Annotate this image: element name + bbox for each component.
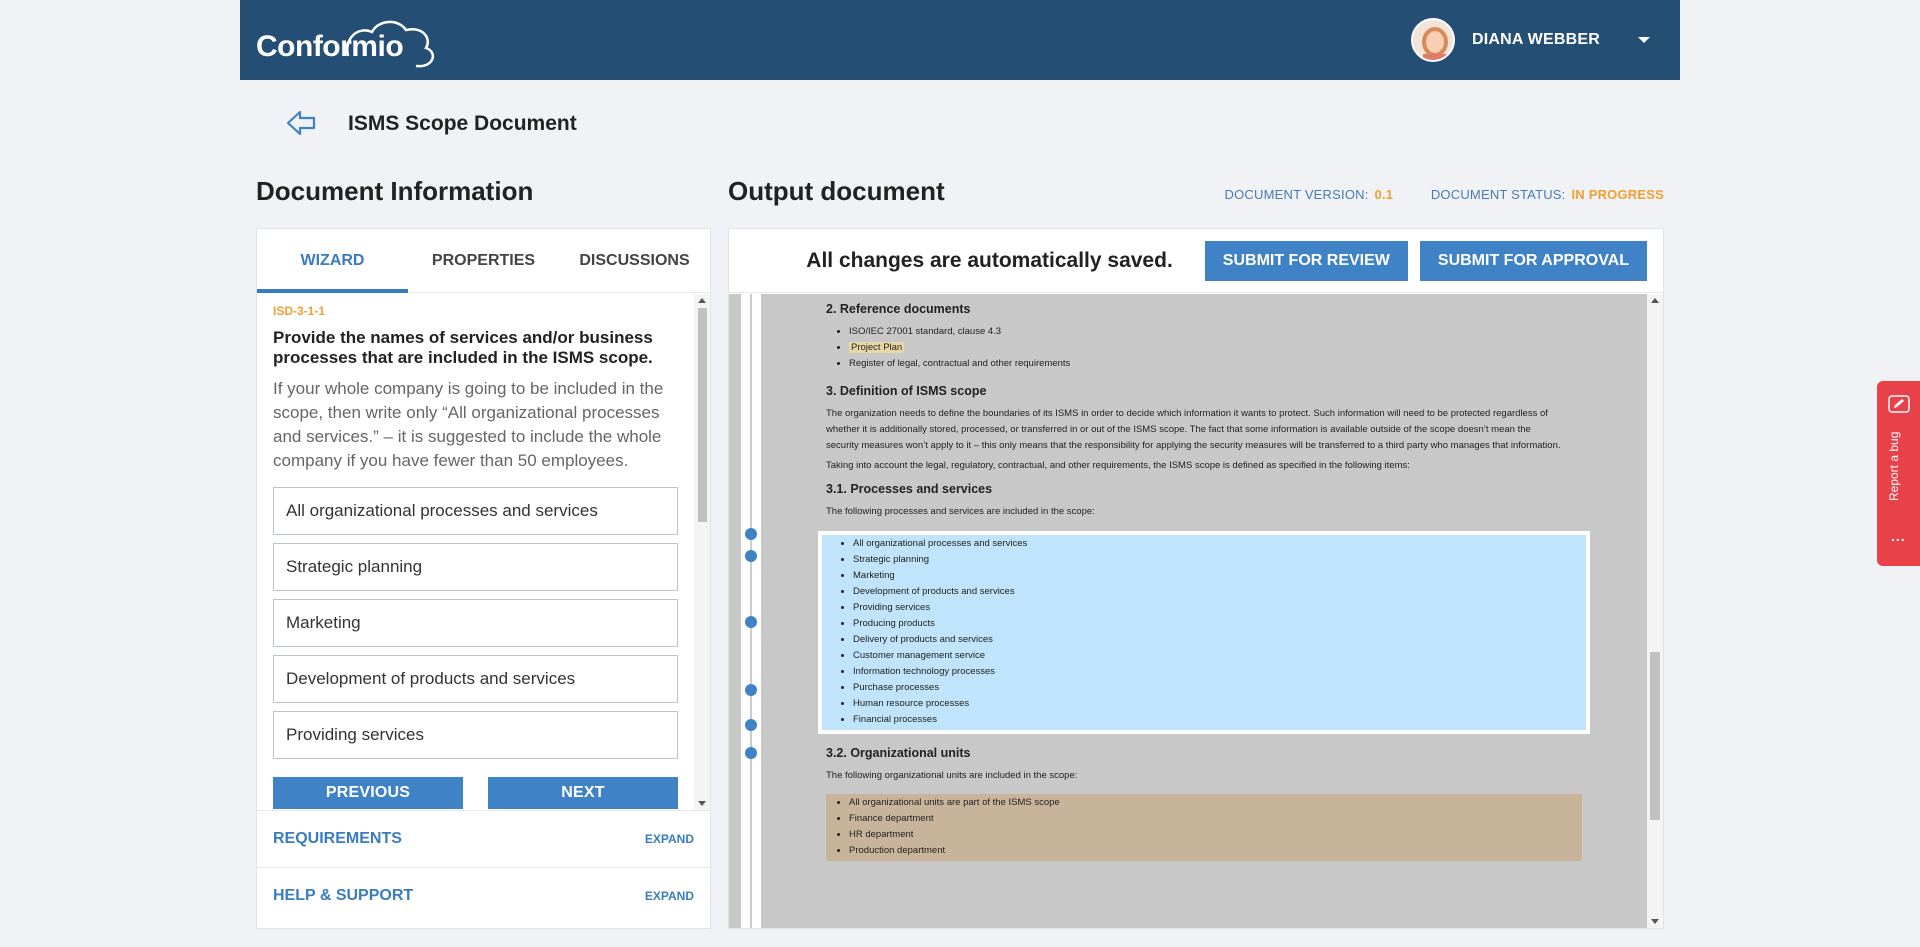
- section-marker[interactable]: [745, 550, 757, 562]
- document-information-panel: WIZARD PROPERTIES DISCUSSIONS ISD-3-1-1 …: [256, 228, 711, 929]
- scroll-up-icon[interactable]: [1651, 298, 1659, 303]
- answer-block[interactable]: All organizational units are part of the…: [826, 794, 1582, 861]
- answer-list: All organizational processes and service…: [273, 487, 687, 763]
- scroll-down-icon[interactable]: [1651, 919, 1659, 924]
- top-bar: Conformio DIANA WEBBER: [240, 0, 1680, 80]
- pencil-icon: [1888, 395, 1910, 413]
- doc-list: All organizational processes and service…: [830, 536, 1586, 728]
- doc-heading: 2. Reference documents: [826, 302, 971, 316]
- wizard-scrollbar[interactable]: [694, 294, 710, 810]
- doc-heading: 3.1. Processes and services: [826, 482, 993, 496]
- autosave-status: All changes are automatically saved.: [806, 248, 1173, 272]
- previous-button[interactable]: PREVIOUS: [273, 777, 463, 809]
- section-marker[interactable]: [745, 528, 757, 540]
- question-title: Provide the names of services and/or bus…: [273, 328, 653, 367]
- list-item: Purchase processes: [853, 680, 1586, 696]
- tab-properties[interactable]: PROPERTIES: [408, 229, 559, 292]
- status-value: IN PROGRESS: [1571, 187, 1664, 202]
- help-support-title: HELP & SUPPORT: [273, 887, 414, 904]
- tab-bar: WIZARD PROPERTIES DISCUSSIONS: [257, 229, 710, 293]
- answer-field[interactable]: All organizational processes and service…: [273, 487, 678, 535]
- section-marker[interactable]: [745, 684, 757, 696]
- submit-for-approval-button[interactable]: SUBMIT FOR APPROVAL: [1419, 240, 1647, 281]
- list-item: ISO/IEC 27001 standard, clause 4.3: [849, 324, 1566, 340]
- help-support-accordion[interactable]: HELP & SUPPORT EXPAND: [257, 867, 710, 924]
- back-arrow-icon[interactable]: [284, 108, 318, 138]
- output-toolbar: All changes are automatically saved. SUB…: [729, 229, 1663, 293]
- question-id: ISD-3-1-1: [273, 304, 326, 318]
- question-help: If your whole company is going to be inc…: [273, 379, 664, 470]
- doc-list: All organizational units are part of the…: [826, 795, 1582, 859]
- answer-field[interactable]: Providing services: [273, 711, 678, 759]
- scroll-down-icon[interactable]: [698, 801, 706, 806]
- answer-field[interactable]: Marketing: [273, 599, 678, 647]
- list-item: Production department: [849, 843, 1582, 859]
- list-item: Producing products: [853, 616, 1586, 632]
- tab-wizard[interactable]: WIZARD: [257, 229, 408, 293]
- document-information-title: Document Information: [256, 176, 534, 206]
- active-answer-block[interactable]: All organizational processes and service…: [818, 531, 1590, 734]
- scroll-up-icon[interactable]: [698, 298, 706, 303]
- logo-text: Conformio: [256, 30, 404, 63]
- list-item: All organizational processes and service…: [853, 536, 1586, 552]
- section-marker[interactable]: [745, 747, 757, 759]
- avatar: [1410, 18, 1455, 62]
- doc-heading: 3.2. Organizational units: [826, 746, 971, 760]
- report-bug-label: Report a bug: [1887, 431, 1901, 501]
- tab-discussions[interactable]: DISCUSSIONS: [559, 229, 710, 292]
- section-marker[interactable]: [745, 719, 757, 731]
- list-item: Finance department: [849, 811, 1582, 827]
- next-button[interactable]: NEXT: [488, 777, 678, 809]
- doc-paragraph: Taking into account the legal, regulator…: [826, 460, 1410, 471]
- scrollbar-thumb[interactable]: [698, 308, 707, 522]
- list-item: Customer management service: [853, 648, 1586, 664]
- doc-paragraph: The following processes and services are…: [826, 506, 1095, 517]
- list-item: HR department: [849, 827, 1582, 843]
- requirements-expand[interactable]: EXPAND: [645, 832, 694, 846]
- output-document-panel: All changes are automatically saved. SUB…: [728, 228, 1664, 929]
- wizard-pane: ISD-3-1-1 Provide the names of services …: [257, 294, 710, 810]
- list-item: All organizational units are part of the…: [849, 795, 1582, 811]
- document-meta: DOCUMENT VERSION: 0.1 DOCUMENT STATUS: IN …: [1225, 187, 1664, 202]
- scrollbar-thumb[interactable]: [1650, 652, 1660, 820]
- document-preview: 2. Reference documents ISO/IEC 27001 sta…: [729, 294, 1663, 928]
- list-item: Strategic planning: [853, 552, 1586, 568]
- list-item: Project Plan: [849, 340, 1566, 356]
- answer-field[interactable]: Strategic planning: [273, 543, 678, 591]
- requirements-title: REQUIREMENTS: [273, 830, 402, 847]
- version-label: DOCUMENT VERSION:: [1224, 187, 1369, 202]
- user-menu[interactable]: DIANA WEBBER: [1410, 17, 1650, 63]
- version-value: 0.1: [1374, 187, 1394, 202]
- document-scrollbar[interactable]: [1647, 294, 1663, 928]
- wizard-nav: PREVIOUS NEXT: [273, 777, 687, 809]
- doc-paragraph: The organization needs to define the bou…: [826, 408, 1561, 451]
- doc-paragraph: The following organizational units are i…: [826, 770, 1078, 781]
- doc-heading: 3. Definition of ISMS scope: [826, 384, 987, 398]
- highlighted-text[interactable]: Project Plan: [849, 342, 905, 353]
- user-name: DIANA WEBBER: [1471, 31, 1600, 48]
- list-item: Financial processes: [853, 712, 1586, 728]
- list-item: Delivery of products and services: [853, 632, 1586, 648]
- list-item: Providing services: [853, 600, 1586, 616]
- page-title: ISMS Scope Document: [348, 112, 577, 135]
- submit-for-review-button[interactable]: SUBMIT FOR REVIEW: [1204, 240, 1408, 281]
- list-item: Human resource processes: [853, 696, 1586, 712]
- list-item: Development of products and services: [853, 584, 1586, 600]
- more-icon: ...: [1891, 528, 1906, 544]
- help-support-expand[interactable]: EXPAND: [645, 889, 694, 903]
- comment-gutter: [741, 294, 761, 928]
- list-item: Marketing: [853, 568, 1586, 584]
- answer-field[interactable]: Development of products and services: [273, 655, 678, 703]
- output-document-title: Output document: [728, 176, 945, 206]
- status-label: DOCUMENT STATUS:: [1430, 187, 1566, 202]
- doc-list: ISO/IEC 27001 standard, clause 4.3 Proje…: [826, 324, 1566, 372]
- list-item: Information technology processes: [853, 664, 1586, 680]
- section-marker[interactable]: [745, 616, 757, 628]
- list-item: Register of legal, contractual and other…: [849, 356, 1566, 372]
- document-content: 2. Reference documents ISO/IEC 27001 sta…: [818, 294, 1590, 861]
- requirements-accordion[interactable]: REQUIREMENTS EXPAND: [257, 810, 710, 867]
- chevron-down-icon[interactable]: [1638, 37, 1650, 43]
- report-bug-button[interactable]: Report a bug ...: [1877, 381, 1920, 566]
